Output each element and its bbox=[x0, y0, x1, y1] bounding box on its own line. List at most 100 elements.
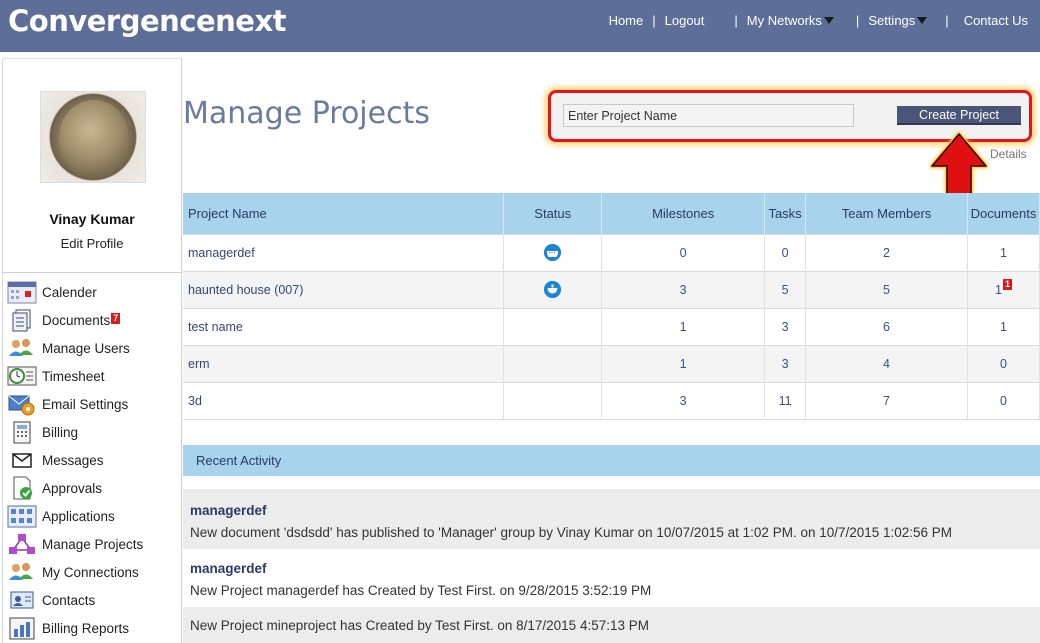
sidebar-item-messages[interactable]: Messages bbox=[7, 446, 181, 474]
activity-project[interactable]: managerdef bbox=[190, 561, 1040, 576]
sidebar-item-documents[interactable]: Documents 7 bbox=[7, 306, 181, 334]
sidebar-item-label: Calender bbox=[42, 284, 97, 300]
project-name-link[interactable]: haunted house (007) bbox=[183, 270, 505, 308]
approvals-icon bbox=[7, 476, 37, 500]
project-name-input[interactable] bbox=[563, 104, 854, 127]
table-row[interactable]: 3d 3 11 7 0 bbox=[183, 381, 1040, 420]
column-header-tasks[interactable]: Tasks bbox=[764, 193, 807, 234]
contacts-icon bbox=[7, 588, 37, 612]
column-header-team-members[interactable]: Team Members bbox=[805, 193, 968, 234]
tasks-cell[interactable]: 5 bbox=[764, 270, 807, 308]
create-project-button[interactable]: Create Project bbox=[897, 106, 1021, 125]
sidebar-item-my-connections[interactable]: My Connections bbox=[7, 558, 181, 586]
table-row[interactable]: erm 1 3 4 0 bbox=[183, 344, 1040, 382]
activity-text: New document 'dsdsdd' has published to '… bbox=[190, 525, 953, 540]
project-name-link[interactable]: erm bbox=[183, 344, 505, 382]
project-name-link[interactable]: test name bbox=[183, 307, 505, 345]
activity-project[interactable]: managerdef bbox=[190, 503, 1040, 518]
brand-logo[interactable]: Convergencenext bbox=[8, 4, 287, 38]
tasks-cell[interactable]: 3 bbox=[764, 344, 807, 382]
team-members-cell[interactable]: 2 bbox=[805, 233, 968, 271]
avatar[interactable] bbox=[40, 91, 146, 183]
nav-logout[interactable]: Logout bbox=[665, 13, 705, 28]
sidebar-item-contacts[interactable]: Contacts bbox=[7, 586, 181, 614]
email-settings-icon bbox=[7, 392, 37, 416]
activity-text: New Project mineproject has Created by T… bbox=[190, 618, 649, 633]
status-cell bbox=[503, 270, 603, 308]
documents-cell[interactable]: 11 bbox=[967, 270, 1040, 308]
milestones-cell[interactable]: 1 bbox=[601, 344, 766, 382]
column-header-documents[interactable]: Documents bbox=[967, 193, 1040, 234]
sidebar-item-calender[interactable]: Calender bbox=[7, 278, 181, 306]
details-link[interactable]: Details bbox=[990, 147, 1027, 161]
users-icon bbox=[7, 336, 37, 360]
table-header-row: Project Name Status Milestones Tasks Tea… bbox=[183, 193, 1040, 234]
activity-item: managerdef New document 'dsdsdd' has pub… bbox=[183, 489, 1040, 549]
sidebar-item-label: Messages bbox=[42, 452, 104, 468]
column-header-milestones[interactable]: Milestones bbox=[601, 193, 766, 234]
sidebar-item-email-settings[interactable]: Email Settings bbox=[7, 390, 181, 418]
sidebar-item-label: Contacts bbox=[42, 592, 96, 608]
nav-my-networks[interactable]: My Networks bbox=[747, 13, 834, 28]
milestones-cell[interactable]: 3 bbox=[601, 270, 766, 308]
documents-cell[interactable]: 0 bbox=[967, 344, 1040, 382]
milestones-cell[interactable]: 0 bbox=[601, 233, 766, 271]
column-header-project-name[interactable]: Project Name bbox=[183, 193, 505, 234]
team-members-cell[interactable]: 4 bbox=[805, 344, 968, 382]
tasks-cell[interactable]: 0 bbox=[764, 233, 807, 271]
sidebar-item-manage-users[interactable]: Manage Users bbox=[7, 334, 181, 362]
sidebar-item-label: Documents bbox=[42, 312, 111, 328]
sidebar-item-label: Applications bbox=[42, 508, 115, 524]
project-name-link[interactable]: managerdef bbox=[183, 233, 505, 271]
sidebar-menu: Calender Documents 7 Manage Users Timesh… bbox=[7, 278, 181, 642]
team-members-cell[interactable]: 5 bbox=[805, 270, 968, 308]
nav-separator: | bbox=[945, 13, 949, 28]
sidebar-item-billing[interactable]: Billing bbox=[7, 418, 181, 446]
ship-icon bbox=[544, 244, 562, 261]
tasks-cell[interactable]: 11 bbox=[764, 381, 807, 420]
nav-settings-label: Settings bbox=[868, 13, 916, 28]
sidebar-item-label: Approvals bbox=[42, 480, 103, 496]
documents-cell[interactable]: 1 bbox=[967, 307, 1040, 345]
project-name-link[interactable]: 3d bbox=[183, 381, 505, 420]
coin-image bbox=[59, 100, 129, 176]
nav-settings[interactable]: Settings bbox=[868, 13, 928, 28]
nav-home[interactable]: Home bbox=[609, 13, 644, 28]
team-members-cell[interactable]: 7 bbox=[805, 381, 968, 420]
table-row[interactable]: managerdef 0 0 2 1 bbox=[183, 233, 1040, 271]
table-row[interactable]: test name 1 3 6 1 bbox=[183, 307, 1040, 345]
connections-icon bbox=[7, 560, 37, 584]
table-row[interactable]: haunted house (007) 3 5 5 11 bbox=[183, 270, 1040, 308]
column-header-status[interactable]: Status bbox=[503, 193, 603, 234]
milestones-cell[interactable]: 1 bbox=[601, 307, 766, 345]
caret-down-icon bbox=[917, 17, 928, 24]
milestones-cell[interactable]: 3 bbox=[601, 381, 766, 420]
sidebar-item-label: Manage Projects bbox=[42, 536, 144, 552]
sidebar-item-applications[interactable]: Applications bbox=[7, 502, 181, 530]
sidebar-item-approvals[interactable]: Approvals bbox=[7, 474, 181, 502]
nav-contact-us[interactable]: Contact Us bbox=[964, 13, 1028, 28]
projects-table: Project Name Status Milestones Tasks Tea… bbox=[183, 193, 1040, 420]
sidebar-item-timesheet[interactable]: Timesheet bbox=[7, 362, 181, 390]
calendar-icon bbox=[7, 280, 37, 304]
bowl-icon bbox=[544, 281, 562, 298]
app-window: Convergencenext Home | Logout | My Netwo… bbox=[0, 0, 1040, 643]
documents-cell[interactable]: 1 bbox=[967, 233, 1040, 271]
activity-text: New Project managerdef has Created by Te… bbox=[190, 583, 652, 598]
sidebar-item-label: My Connections bbox=[42, 564, 139, 580]
documents-icon bbox=[7, 308, 37, 332]
documents-cell[interactable]: 0 bbox=[967, 381, 1040, 420]
activity-item: managerdef New Project managerdef has Cr… bbox=[183, 549, 1040, 607]
tasks-cell[interactable]: 3 bbox=[764, 307, 807, 345]
billing-icon bbox=[7, 420, 37, 444]
billing-reports-icon bbox=[7, 616, 37, 640]
main-nav: Home | Logout | My Networks | Settings |… bbox=[609, 13, 1028, 28]
nav-separator: | bbox=[855, 13, 860, 28]
edit-profile-link[interactable]: Edit Profile bbox=[3, 236, 181, 251]
sidebar-item-manage-projects[interactable]: Manage Projects bbox=[7, 530, 181, 558]
status-cell bbox=[503, 307, 603, 345]
sidebar-item-billing-reports[interactable]: Billing Reports bbox=[7, 614, 181, 642]
applications-icon bbox=[7, 504, 37, 528]
team-members-cell[interactable]: 6 bbox=[805, 307, 968, 345]
documents-count[interactable]: 1 bbox=[995, 283, 1002, 297]
